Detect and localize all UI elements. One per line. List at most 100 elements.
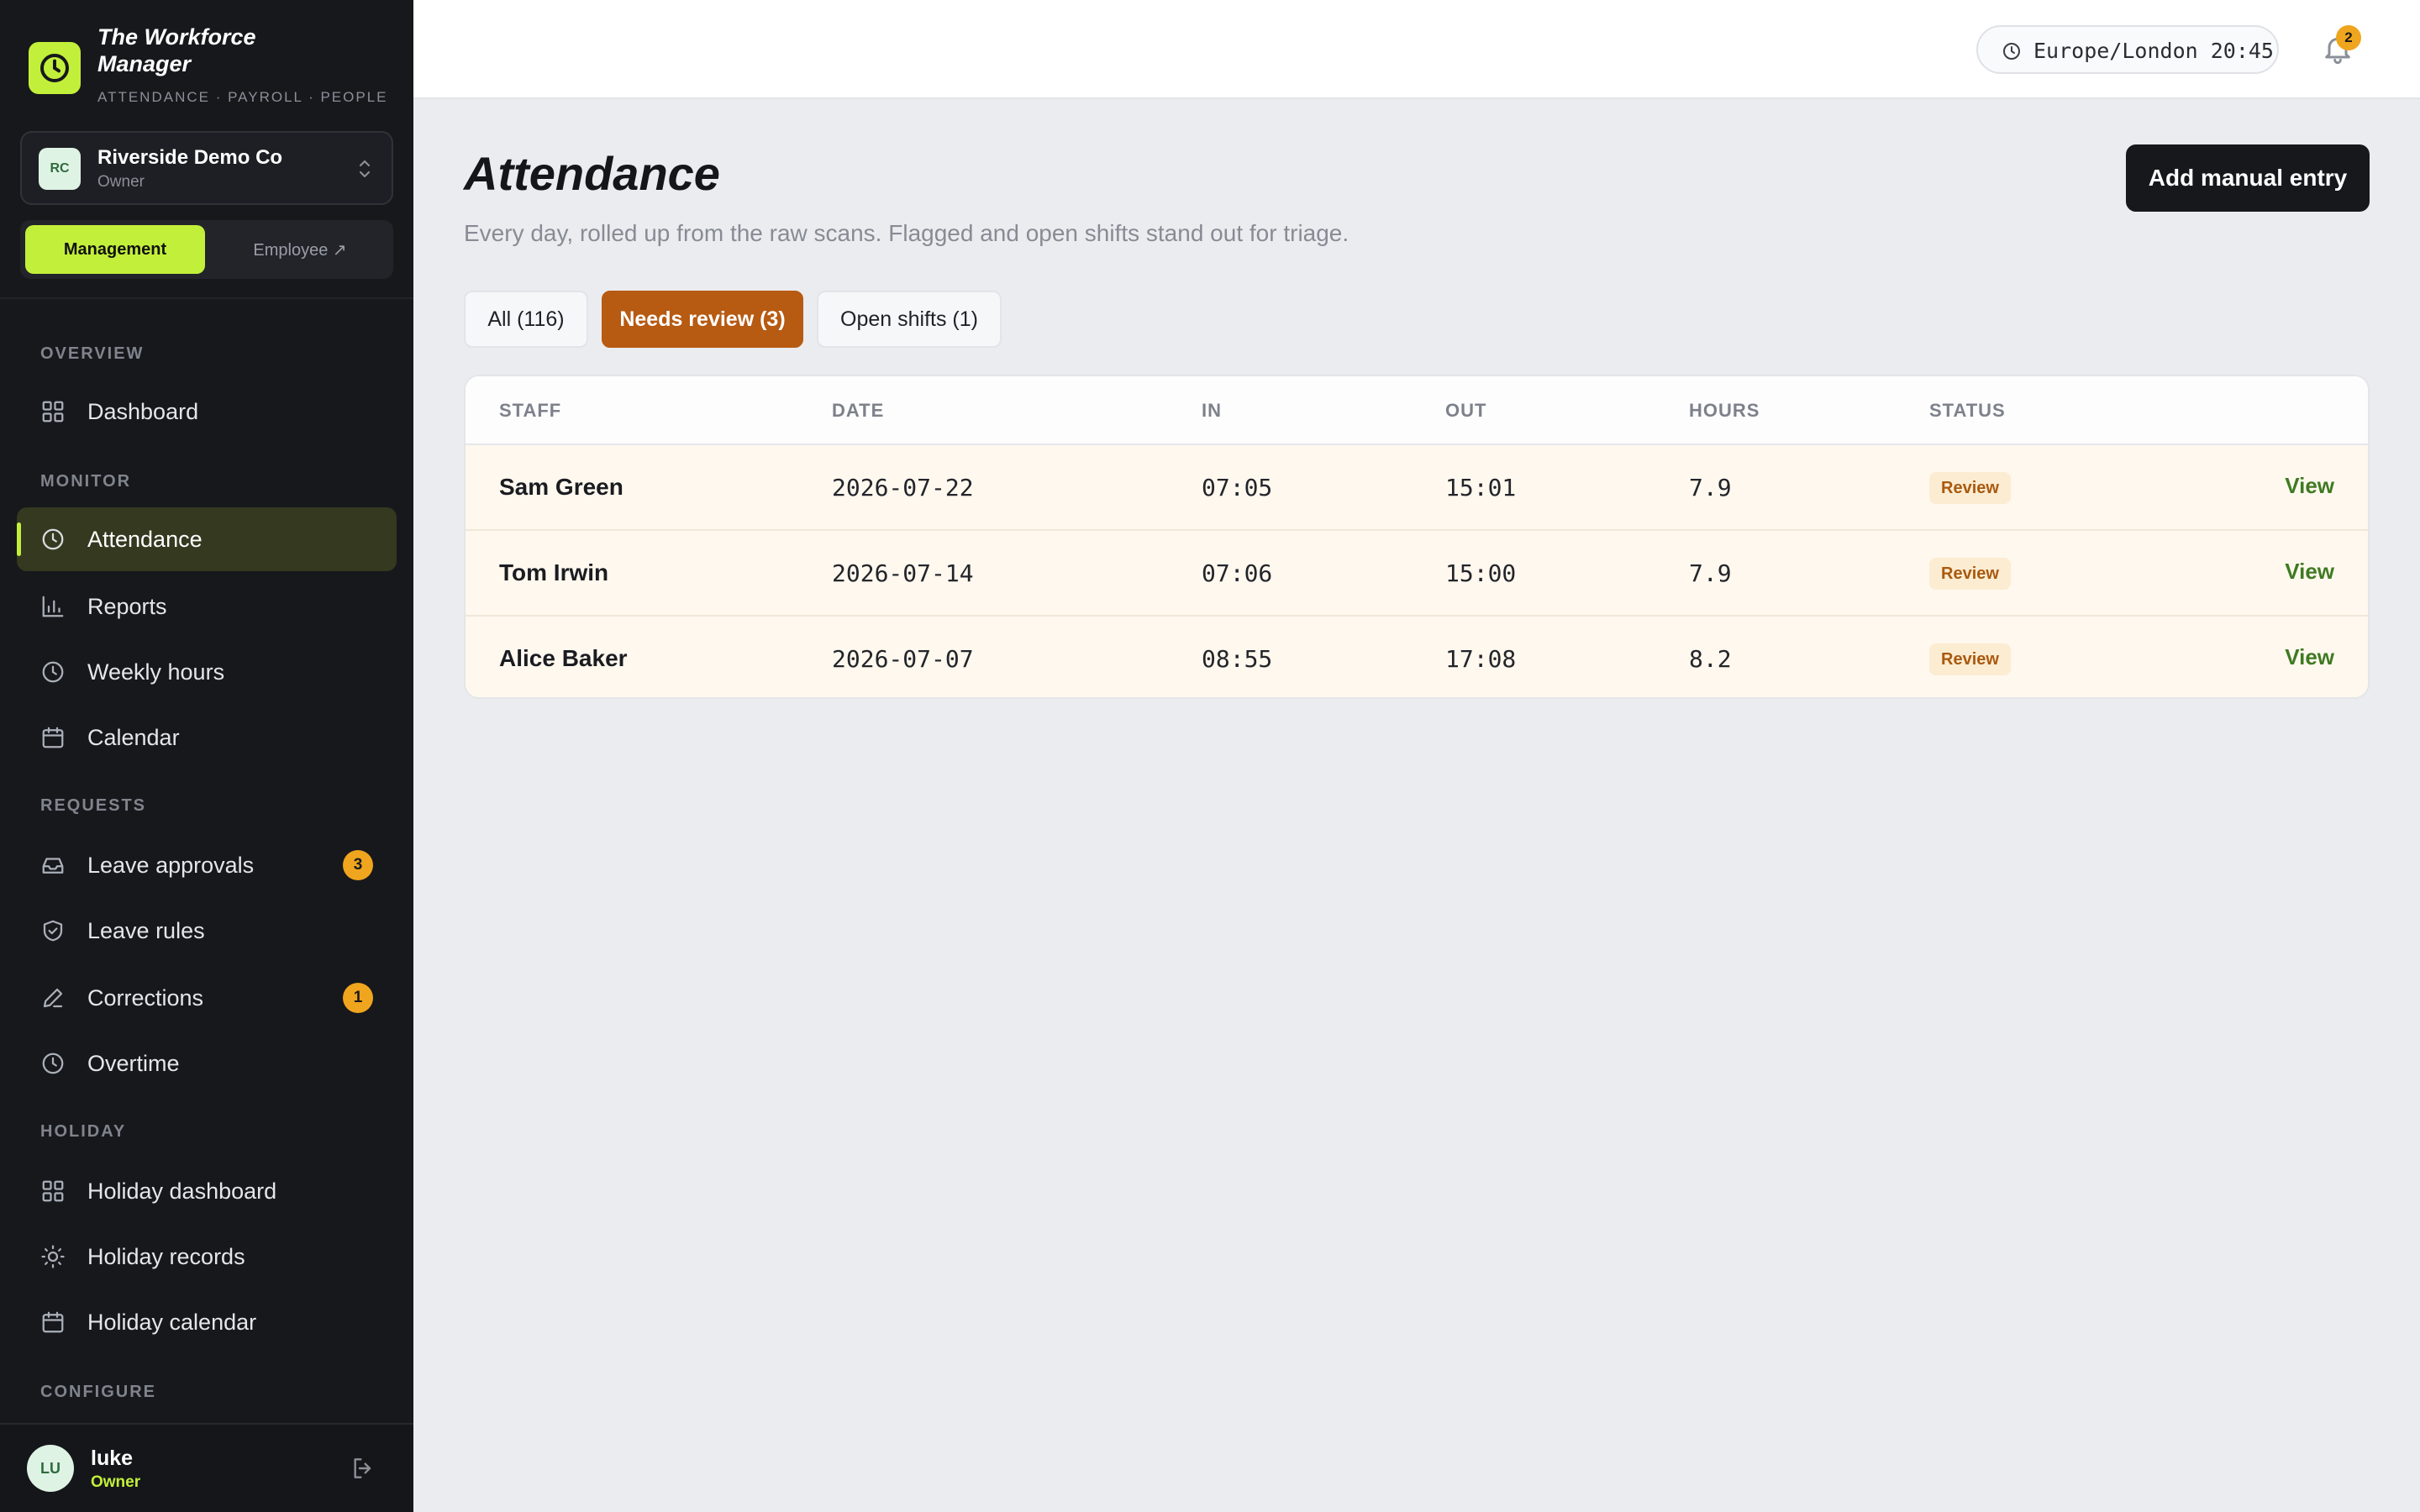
status-badge: Review <box>1929 643 2011 675</box>
inbox-icon <box>42 858 64 874</box>
clock-icon <box>42 528 64 550</box>
sidebar-item-holiday-calendar[interactable]: Holiday calendar <box>17 1290 397 1354</box>
grid-icon <box>42 1180 64 1202</box>
table-row[interactable]: Alice Baker 2026-07-07 08:55 17:08 8.2 R… <box>466 617 2368 697</box>
tab-needs-review[interactable]: Needs review (3) <box>602 291 803 348</box>
sidebar-item-corrections[interactable]: Corrections 1 <box>17 966 397 1030</box>
sidebar: The Workforce Manager ATTENDANCE · PAYRO… <box>0 0 413 1512</box>
staff-name: Tom Irwin <box>499 559 609 585</box>
section-requests: REQUESTS <box>40 796 147 815</box>
out-cell: 17:08 <box>1445 645 1517 673</box>
timezone-text: Europe/London 20:45 <box>2033 39 2274 63</box>
sidebar-item-label: Leave approvals <box>87 852 255 878</box>
table-row[interactable]: Sam Green 2026-07-22 07:05 15:01 7.9 Rev… <box>466 445 2368 531</box>
org-switcher[interactable]: RC Riverside Demo Co Owner <box>20 131 393 205</box>
sidebar-item-reports[interactable]: Reports <box>17 575 397 638</box>
mode-switch: Management Employee ↗ <box>20 220 393 279</box>
date-cell: 2026-07-22 <box>832 474 974 501</box>
sidebar-item-attendance[interactable]: Attendance <box>17 507 397 571</box>
bar-chart-icon <box>42 596 64 617</box>
page-subtitle: Every day, rolled up from the raw scans.… <box>464 220 1349 246</box>
sidebar-item-holiday-dashboard[interactable]: Holiday dashboard <box>17 1159 397 1223</box>
sidebar-item-holiday-records[interactable]: Holiday records <box>17 1225 397 1289</box>
staff-name: Sam Green <box>499 474 623 500</box>
sidebar-item-overtime[interactable]: Overtime <box>17 1032 397 1095</box>
column-date[interactable]: DATE <box>832 400 884 422</box>
view-link[interactable]: View <box>2285 473 2334 499</box>
sidebar-item-leave-approvals[interactable]: Leave approvals 3 <box>17 833 397 897</box>
status-badge: Review <box>1929 558 2011 590</box>
sidebar-item-dashboard[interactable]: Dashboard <box>17 380 397 444</box>
topbar: Europe/London 20:45 2 <box>413 0 2420 99</box>
attendance-table: STAFF DATE IN OUT HOURS STATUS Sam Green… <box>464 375 2370 699</box>
staff-name: Alice Baker <box>499 645 628 671</box>
add-manual-entry-button[interactable]: Add manual entry <box>2126 144 2370 212</box>
status-badge: Review <box>1929 472 2011 504</box>
chevron-updown-icon <box>359 160 371 178</box>
date-cell: 2026-07-14 <box>832 559 974 587</box>
sidebar-item-calendar[interactable]: Calendar <box>17 706 397 769</box>
clock-icon <box>42 661 64 683</box>
clock-icon <box>2003 43 2020 60</box>
column-status[interactable]: STATUS <box>1929 400 2006 422</box>
user-bar: LU luke Owner <box>0 1423 413 1512</box>
hours-cell: 8.2 <box>1689 645 1732 673</box>
sidebar-item-label: Overtime <box>87 1050 180 1076</box>
page-title: Attendance <box>464 147 720 200</box>
section-monitor: MONITOR <box>40 472 132 491</box>
brand[interactable]: The Workforce Manager ATTENDANCE · PAYRO… <box>29 24 398 108</box>
out-cell: 15:01 <box>1445 474 1517 501</box>
brand-title: The Workforce Manager <box>97 24 256 76</box>
sun-icon <box>41 1245 65 1268</box>
sidebar-item-leave-rules[interactable]: Leave rules <box>17 899 397 963</box>
pencil-icon <box>43 988 63 1008</box>
view-link[interactable]: View <box>2285 559 2334 585</box>
sidebar-divider <box>0 297 413 299</box>
in-cell: 08:55 <box>1202 645 1273 673</box>
in-cell: 07:05 <box>1202 474 1273 501</box>
org-avatar: RC <box>39 148 81 190</box>
sidebar-item-label: Holiday calendar <box>87 1309 257 1335</box>
column-staff[interactable]: STAFF <box>499 400 561 422</box>
hours-cell: 7.9 <box>1689 559 1732 587</box>
table-header: STAFF DATE IN OUT HOURS STATUS <box>466 376 2368 445</box>
logout-icon[interactable] <box>350 1455 376 1482</box>
sidebar-item-weekly-hours[interactable]: Weekly hours <box>17 640 397 704</box>
brand-subtitle: ATTENDANCE · PAYROLL · PEOPLE <box>97 89 388 105</box>
sidebar-item-label: Weekly hours <box>87 659 225 685</box>
sidebar-item-label: Calendar <box>87 724 180 750</box>
org-role: Owner <box>97 173 145 191</box>
sidebar-item-label: Dashboard <box>87 398 199 424</box>
avatar[interactable]: LU <box>27 1445 74 1492</box>
column-out[interactable]: OUT <box>1445 400 1486 422</box>
corrections-badge: 1 <box>343 983 373 1013</box>
sidebar-item-label: Corrections <box>87 984 204 1011</box>
shield-check-icon <box>43 920 63 942</box>
section-holiday: HOLIDAY <box>40 1122 127 1141</box>
sidebar-item-label: Attendance <box>87 526 203 552</box>
notification-badge: 2 <box>2336 25 2361 50</box>
sidebar-item-label: Holiday records <box>87 1243 245 1269</box>
tab-all[interactable]: All (116) <box>464 291 588 348</box>
leave-approvals-badge: 3 <box>343 850 373 880</box>
brand-clock-icon <box>29 42 81 94</box>
user-name: luke <box>91 1446 134 1470</box>
management-mode-button[interactable]: Management <box>25 225 205 274</box>
grid-icon <box>42 401 64 423</box>
column-in[interactable]: IN <box>1202 400 1222 422</box>
tab-open-shifts[interactable]: Open shifts (1) <box>817 291 1002 348</box>
org-name: Riverside Demo Co <box>97 146 283 169</box>
out-cell: 15:00 <box>1445 559 1517 587</box>
sidebar-item-label: Reports <box>87 593 167 619</box>
section-overview: OVERVIEW <box>40 344 145 363</box>
sidebar-item-label: Leave rules <box>87 917 205 943</box>
date-cell: 2026-07-07 <box>832 645 974 673</box>
timezone-clock[interactable]: Europe/London 20:45 <box>1976 25 2279 74</box>
clock-icon <box>42 1053 64 1074</box>
table-row[interactable]: Tom Irwin 2026-07-14 07:06 15:00 7.9 Rev… <box>466 531 2368 617</box>
sidebar-item-label: Holiday dashboard <box>87 1178 277 1204</box>
column-hours[interactable]: HOURS <box>1689 400 1760 422</box>
calendar-icon <box>42 727 64 748</box>
employee-mode-button[interactable]: Employee ↗ <box>210 225 390 274</box>
view-link[interactable]: View <box>2285 644 2334 670</box>
